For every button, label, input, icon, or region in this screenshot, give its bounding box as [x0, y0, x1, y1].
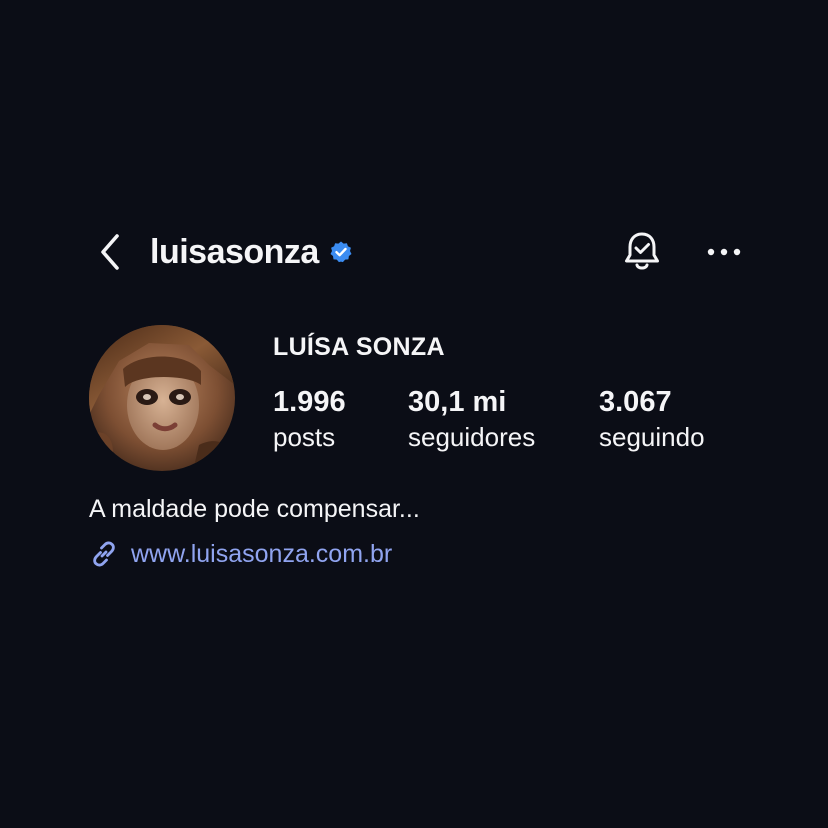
- header-title: luisasonza: [150, 228, 353, 276]
- profile-photo: [89, 325, 235, 471]
- website-link[interactable]: www.luisasonza.com.br: [89, 536, 392, 572]
- profile-screen: luisasonza LUÍSA SONZA 1.996 posts 30,1 …: [0, 0, 828, 828]
- bell-check-icon: [625, 232, 659, 270]
- display-name: LUÍSA SONZA: [273, 333, 445, 361]
- back-button[interactable]: [90, 230, 130, 274]
- stat-following-value: 3.067: [599, 386, 672, 418]
- more-options-button[interactable]: [700, 228, 748, 276]
- username: luisasonza: [150, 232, 319, 271]
- link-icon: [89, 539, 119, 569]
- stat-followers-value: 30,1 mi: [408, 386, 507, 418]
- stat-followers[interactable]: 30,1 mi seguidores: [408, 384, 535, 454]
- stat-following[interactable]: 3.067 seguindo: [599, 384, 705, 454]
- notifications-button[interactable]: [618, 228, 666, 276]
- stat-posts[interactable]: 1.996 posts: [273, 384, 346, 454]
- chevron-left-icon: [101, 234, 119, 270]
- stat-posts-value: 1.996: [273, 386, 346, 418]
- stat-posts-label: posts: [273, 422, 336, 452]
- bio-text: A maldade pode compensar...: [89, 495, 420, 523]
- stat-following-label: seguindo: [599, 422, 705, 452]
- verified-badge-icon: [329, 240, 353, 264]
- website-link-text: www.luisasonza.com.br: [131, 540, 393, 568]
- avatar[interactable]: [89, 325, 235, 471]
- stat-followers-label: seguidores: [408, 422, 536, 452]
- ellipsis-icon: [707, 248, 741, 256]
